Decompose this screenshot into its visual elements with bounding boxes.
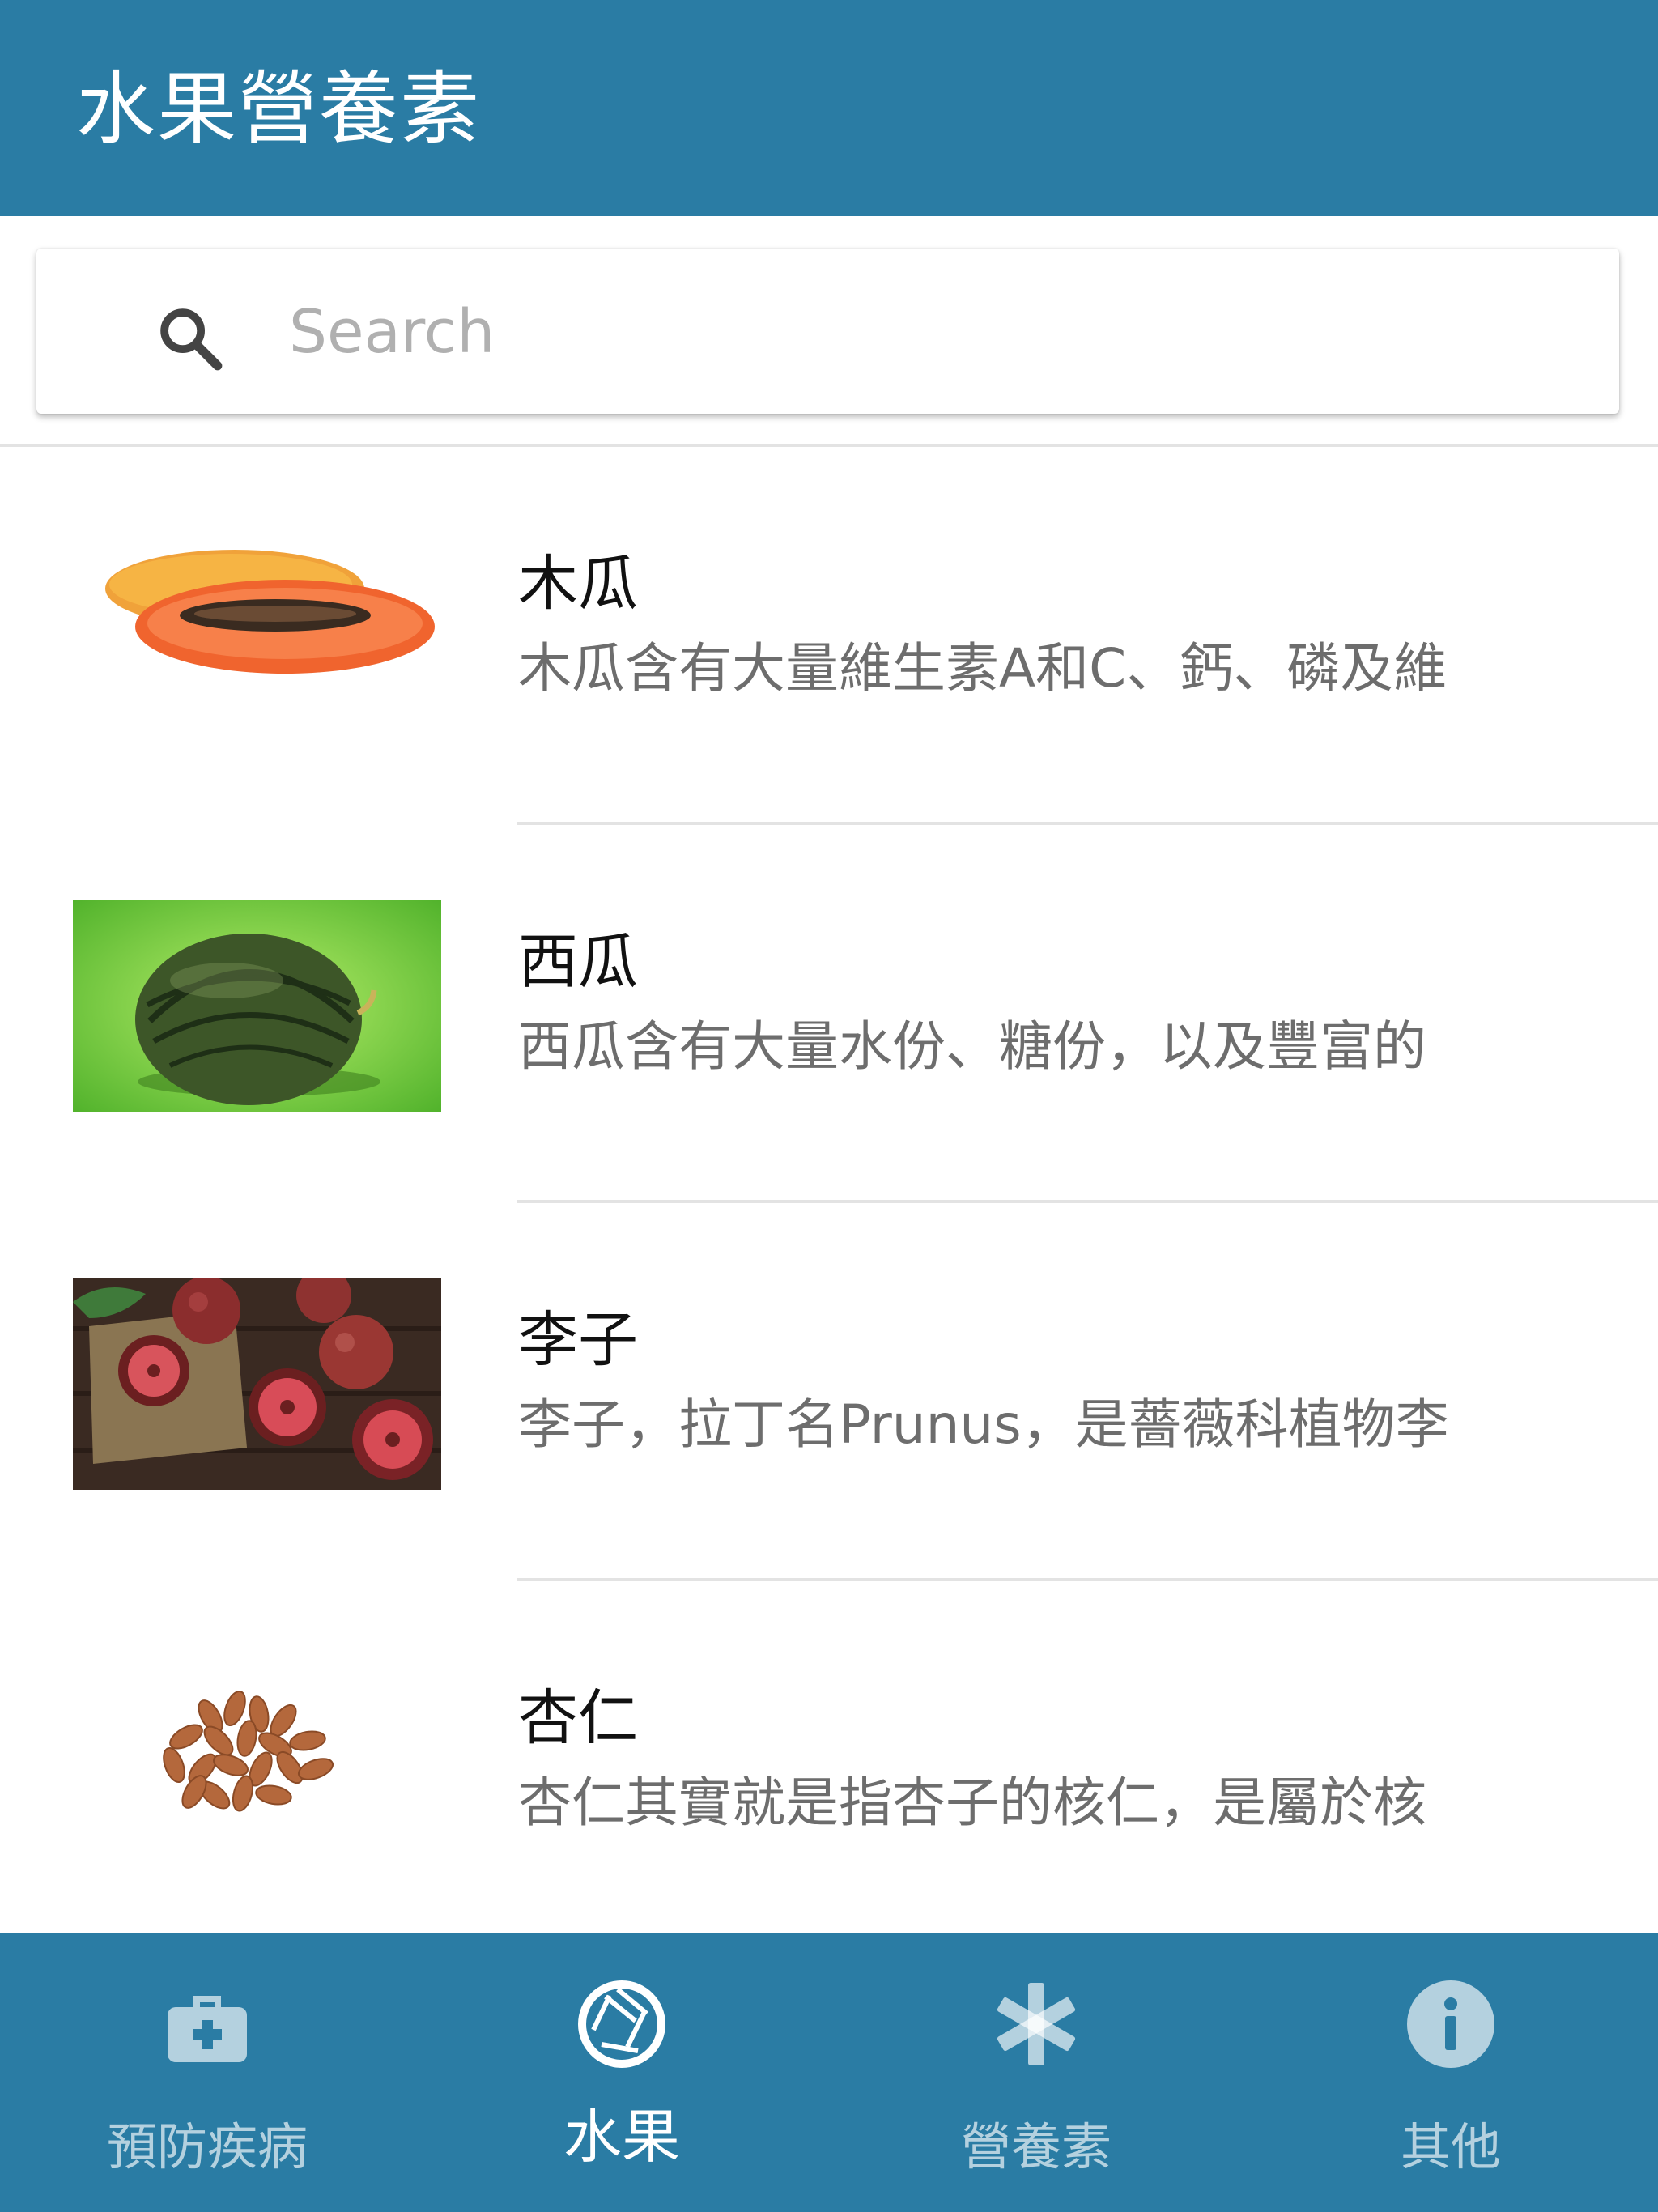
list-item-watermelon[interactable]: 西瓜 西瓜含有大量水份、糖份，以及豐富的 [0, 825, 1658, 1203]
search-bar[interactable] [36, 249, 1619, 414]
papaya-image [73, 520, 441, 732]
watermelon-image [73, 900, 441, 1112]
info-icon [1407, 1980, 1494, 2068]
item-title: 西瓜 [518, 927, 638, 997]
item-title: 杏仁 [518, 1683, 638, 1753]
nav-item-fruit[interactable]: 水果 [414, 1933, 829, 2212]
search-section [0, 216, 1658, 446]
item-description: 李子，拉丁名Prunus，是薔薇科植物李 [518, 1393, 1449, 1456]
nav-item-others[interactable]: 其他 [1244, 1933, 1658, 2212]
nav-item-nutrients[interactable]: 營養素 [829, 1933, 1244, 2212]
list-item-almonds[interactable]: 杏仁 杏仁其實就是指杏子的核仁，是屬於核 [0, 1581, 1658, 1929]
item-title: 木瓜 [518, 549, 638, 619]
app-bar: 水果營養素 [0, 0, 1658, 216]
asterisk-icon [997, 1983, 1076, 2065]
item-title: 李子 [518, 1305, 638, 1375]
app-title: 水果營養素 [76, 63, 482, 155]
camera-aperture-icon [578, 1980, 665, 2068]
first-aid-kit-icon [168, 1996, 247, 2062]
item-description: 西瓜含有大量水份、糖份，以及豐富的 [518, 1015, 1426, 1078]
search-icon[interactable] [154, 302, 227, 375]
almonds-image [73, 1648, 441, 1860]
nav-item-disease-prevention[interactable]: 預防疾病 [0, 1933, 414, 2212]
bottom-navigation: 預防疾病 水果 營養素 其他 [0, 1933, 1658, 2212]
nav-label: 預防疾病 [106, 2117, 308, 2176]
list-item-papaya[interactable]: 木瓜 木瓜含有大量維生素A和C、鈣、磷及維 [0, 447, 1658, 825]
nav-label: 營養素 [960, 2117, 1112, 2176]
nav-label: 水果 [563, 2103, 680, 2171]
search-input[interactable] [287, 281, 1545, 383]
plums-image [73, 1278, 441, 1490]
fruit-list: 木瓜 木瓜含有大量維生素A和C、鈣、磷及維 西瓜 西瓜含有大量水份、糖份，以及豐… [0, 447, 1658, 1929]
item-description: 木瓜含有大量維生素A和C、鈣、磷及維 [518, 637, 1448, 700]
nav-label: 其他 [1400, 2117, 1501, 2176]
item-description: 杏仁其實就是指杏子的核仁，是屬於核 [518, 1772, 1426, 1834]
list-item-plums[interactable]: 李子 李子，拉丁名Prunus，是薔薇科植物李 [0, 1203, 1658, 1581]
